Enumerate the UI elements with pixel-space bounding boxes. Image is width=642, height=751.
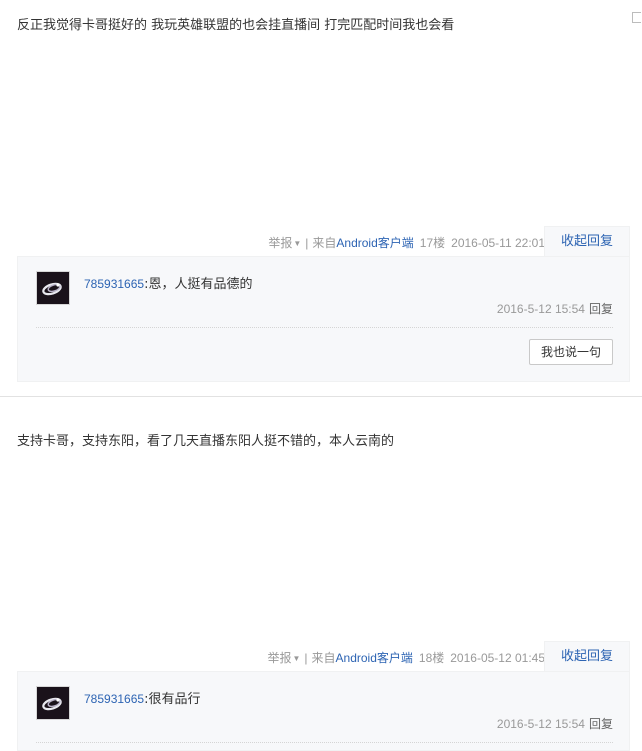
client-link[interactable]: Android客户端 [336,651,413,665]
report-caret-icon[interactable]: ▼ [292,654,300,663]
reply-text: 很有品行 [148,692,201,707]
collapse-replies-button[interactable]: 收起回复 [544,226,630,256]
reply-text: 恩，人挺有品德的 [148,277,253,292]
collapse-replies-button[interactable]: 收起回复 [544,641,630,671]
reply-box: 785931665:恩，人挺有品德的 2016-5-12 15:54 回复 我也说… [17,256,630,382]
reply-link[interactable]: 回复 [589,717,613,731]
post-content: 反正我觉得卡哥挺好的 我玩英雄联盟的也会挂直播间 打完匹配时间我也会看 [17,18,455,33]
floor-number: 17楼 [419,236,446,250]
post-tail: 举报▼ | 来自Android客户端 18楼 2016-05-12 01:45 [267,649,545,666]
reply-time: 2016-5-12 15:54 [496,302,585,316]
post-divider [0,396,642,397]
post-floor-17: 反正我觉得卡哥挺好的 我玩英雄联盟的也会挂直播间 打完匹配时间我也会看 举报▼ |… [0,0,642,395]
post-date: 2016-05-12 01:45 [450,651,545,665]
avatar[interactable] [36,271,70,305]
from-prefix: 来自 [311,651,336,665]
report-link[interactable]: 举报 [267,651,291,665]
reply-username-link[interactable]: 785931665 [84,277,144,291]
reply-username-link[interactable]: 785931665 [84,692,144,706]
reply-link[interactable]: 回复 [589,302,613,316]
reply-box: 785931665:很有品行 2016-5-12 15:54 回复 [17,671,630,751]
avatar-ring-icon [37,687,69,719]
reply-line: 785931665:很有品行 [84,688,200,707]
tail-separator: | [304,651,308,665]
reply-divider [36,742,613,743]
post-floor-18: 支持卡哥，支持东阳，看了几天直播东阳人挺不错的，本人云南的 举报▼ | 来自Andr… [0,399,642,751]
post-date: 2016-05-11 22:01 [451,236,545,250]
reply-line: 785931665:恩，人挺有品德的 [84,273,252,292]
floor-number: 18楼 [418,651,445,665]
from-prefix: 来自 [312,236,337,250]
reply-meta: 2016-5-12 15:54 回复 [497,715,613,732]
post-tail: 举报▼ | 来自Android客户端 17楼 2016-05-11 22:01 [268,234,545,251]
avatar[interactable] [36,686,70,720]
tail-separator: | [305,236,309,250]
client-link[interactable]: Android客户端 [336,236,413,250]
add-comment-button[interactable]: 我也说一句 [529,339,613,365]
reply-divider [36,327,613,328]
reply-meta: 2016-5-12 15:54 回复 [497,300,613,317]
post-content: 支持卡哥，支持东阳，看了几天直播东阳人挺不错的，本人云南的 [17,434,395,449]
report-link[interactable]: 举报 [268,236,292,250]
reply-time: 2016-5-12 15:54 [496,717,585,731]
avatar-ring-icon [37,272,69,304]
report-caret-icon[interactable]: ▼ [293,239,301,248]
